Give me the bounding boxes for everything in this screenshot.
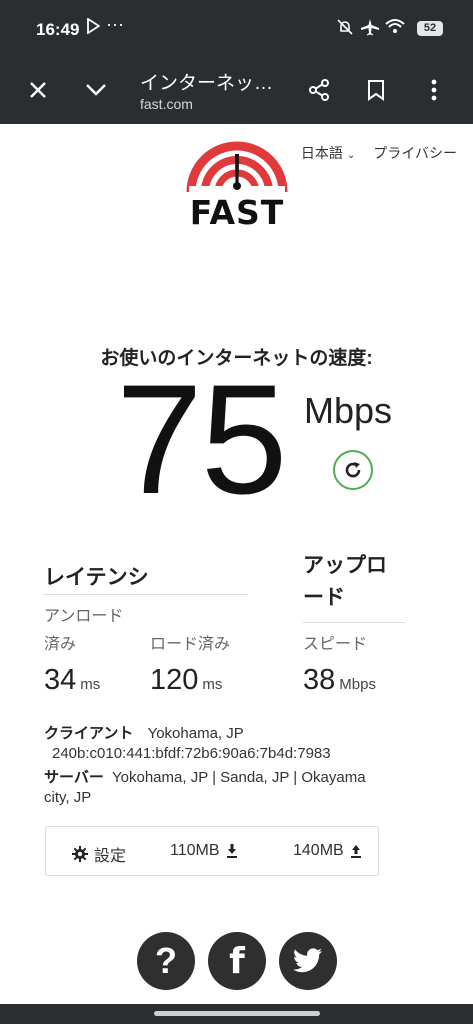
- tab-title[interactable]: インターネッ…: [140, 68, 273, 95]
- settings-button[interactable]: 設定: [72, 842, 126, 866]
- client-label: クライアント: [44, 725, 134, 742]
- unloaded-label-1: アンロード: [44, 608, 124, 625]
- twitter-button[interactable]: [279, 932, 337, 990]
- loaded-latency-value: 120: [150, 664, 199, 696]
- loaded-latency-unit: ms: [202, 676, 223, 693]
- chevron-down-icon: ⌄: [346, 150, 356, 161]
- language-label: 日本語: [300, 145, 343, 161]
- server-locations-cont: city, JP: [44, 789, 92, 806]
- speed-units: Mbps: [304, 390, 393, 431]
- server-info: サーバー Yokohama, JP | Sanda, JP | Okayama: [44, 768, 366, 788]
- upload-divider: [303, 622, 405, 623]
- reload-button[interactable]: [333, 450, 373, 490]
- airplane-icon: [360, 18, 380, 42]
- more-vert-icon[interactable]: [416, 72, 452, 108]
- upload-speed-label: スピード: [303, 636, 368, 653]
- upload-size-value: 140MB: [293, 842, 344, 859]
- download-size-value: 110MB: [170, 842, 220, 859]
- settings-bar: 設定 110MB 140MB: [45, 826, 379, 876]
- client-location: Yokohama, JP: [147, 725, 244, 742]
- share-icon[interactable]: [301, 72, 337, 108]
- wifi-icon: [385, 18, 405, 40]
- upload-title-line1: アップロ: [303, 554, 387, 577]
- loaded-latency: 120 ms: [150, 664, 222, 697]
- reload-icon: [345, 462, 361, 478]
- download-size: 110MB: [170, 842, 238, 860]
- download-arrow-icon: [226, 844, 237, 858]
- upload-size: 140MB: [293, 842, 362, 860]
- battery-indicator: 52: [417, 21, 443, 36]
- speed-value: 75: [116, 353, 288, 527]
- unloaded-latency: 34 ms: [44, 664, 100, 697]
- upload-speed-value: 38: [303, 664, 336, 696]
- browser-chrome: 16:49 ··· 52 インターネッ… fast.com: [0, 0, 473, 124]
- play-store-icon: [86, 17, 101, 40]
- unloaded-latency-unit: ms: [80, 676, 101, 693]
- status-time: 16:49: [36, 20, 80, 39]
- question-icon: ?: [155, 940, 177, 981]
- upload-title: アップロ ード: [303, 550, 413, 614]
- gesture-bar: [0, 1004, 473, 1024]
- upload-arrow-icon: [350, 845, 361, 858]
- tab-url[interactable]: fast.com: [140, 96, 193, 112]
- upload-speed-unit: Mbps: [339, 676, 376, 693]
- close-tab-button[interactable]: [20, 72, 56, 108]
- chevron-down-icon[interactable]: [78, 72, 114, 108]
- client-ip: 240b:c010:441:bfdf:72b6:90a6:7b4d:7983: [52, 745, 331, 762]
- bookmark-icon[interactable]: [358, 72, 394, 108]
- status-bar: 16:49 ··· 52: [0, 0, 473, 58]
- page-header-links: 日本語 ⌄ プライバシー: [301, 143, 457, 163]
- upload-speed: 38 Mbps: [303, 664, 376, 697]
- gear-icon: [72, 846, 88, 862]
- latency-title: レイテンシ: [44, 566, 149, 589]
- facebook-button[interactable]: f: [208, 932, 266, 990]
- status-more-text: ···: [106, 14, 124, 34]
- facebook-icon: f: [229, 940, 245, 982]
- unloaded-label-2: 済み: [44, 636, 77, 653]
- privacy-link[interactable]: プライバシー: [373, 143, 457, 163]
- language-selector[interactable]: 日本語 ⌄: [301, 143, 355, 163]
- settings-label: 設定: [94, 848, 127, 865]
- fast-logo-text: FAST: [189, 193, 285, 232]
- twitter-icon: [293, 948, 322, 973]
- unloaded-latency-value: 34: [44, 664, 77, 696]
- latency-divider: [44, 594, 248, 595]
- server-label: サーバー: [44, 769, 104, 786]
- home-indicator[interactable]: [154, 1011, 320, 1016]
- loaded-label: ロード済み: [150, 636, 231, 653]
- help-button[interactable]: ?: [137, 932, 195, 990]
- upload-title-line2: ード: [303, 586, 345, 609]
- client-info: クライアント Yokohama, JP: [44, 724, 244, 744]
- mute-icon: [336, 18, 354, 42]
- server-locations: Yokohama, JP | Sanda, JP | Okayama: [112, 769, 366, 786]
